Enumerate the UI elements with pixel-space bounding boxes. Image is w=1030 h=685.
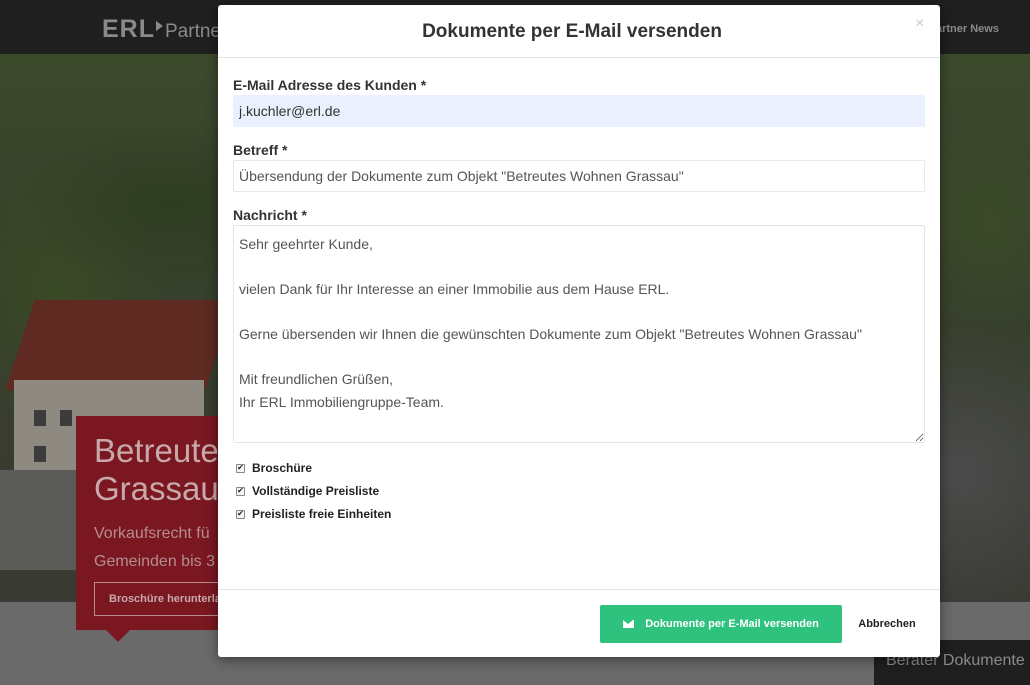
- subject-field[interactable]: [233, 160, 925, 192]
- checkbox-preisliste[interactable]: ✔: [236, 486, 245, 496]
- house-window: [60, 410, 72, 426]
- modal-header: Dokumente per E-Mail versenden ×: [218, 5, 940, 58]
- message-textarea[interactable]: Sehr geehrter Kunde, vielen Dank für Ihr…: [233, 225, 925, 443]
- logo-text: ERL: [102, 15, 155, 43]
- send-email-button[interactable]: Dokumente per E-Mail versenden: [600, 605, 842, 643]
- close-icon[interactable]: ×: [915, 15, 929, 33]
- checkbox-row-preisliste[interactable]: ✔ Vollständige Preisliste: [236, 483, 379, 499]
- checkbox-label: Broschüre: [252, 461, 313, 475]
- mail-icon: [623, 620, 635, 628]
- email-label: E-Mail Adresse des Kunden *: [233, 77, 427, 93]
- checkbox-freie-einheiten[interactable]: ✔: [236, 509, 245, 519]
- modal-footer: Dokumente per E-Mail versenden Abbrechen: [218, 589, 940, 657]
- send-email-button-label: Dokumente per E-Mail versenden: [645, 618, 819, 630]
- house-window: [34, 410, 46, 426]
- promo-box-pointer: [104, 628, 132, 642]
- checkbox-label: Preisliste freie Einheiten: [252, 507, 392, 521]
- message-label: Nachricht *: [233, 207, 307, 223]
- logo-arrow-icon: [156, 21, 163, 32]
- promo-text: Vorkaufsrecht fü Gemeinden bis 3: [94, 525, 215, 570]
- erl-logo[interactable]: ERL Partner: [102, 15, 227, 44]
- checkbox-row-freie-einheiten[interactable]: ✔ Preisliste freie Einheiten: [236, 506, 391, 522]
- cancel-button[interactable]: Abbrechen: [852, 605, 922, 643]
- subject-label: Betreff *: [233, 142, 288, 158]
- house-roof-illustration: [5, 300, 235, 390]
- nav-link-partner-news[interactable]: artner News: [936, 23, 999, 35]
- house-window: [34, 446, 46, 462]
- brochure-download-button[interactable]: Broschüre herunterla: [94, 582, 234, 616]
- modal-title: Dokumente per E-Mail versenden: [422, 21, 722, 42]
- checkbox-label: Vollständige Preisliste: [252, 484, 380, 498]
- checkbox-broschuere[interactable]: ✔: [236, 463, 245, 473]
- checkbox-row-broschuere[interactable]: ✔ Broschüre: [236, 460, 312, 476]
- send-documents-modal: Dokumente per E-Mail versenden × E-Mail …: [218, 5, 940, 657]
- email-field[interactable]: [233, 95, 925, 127]
